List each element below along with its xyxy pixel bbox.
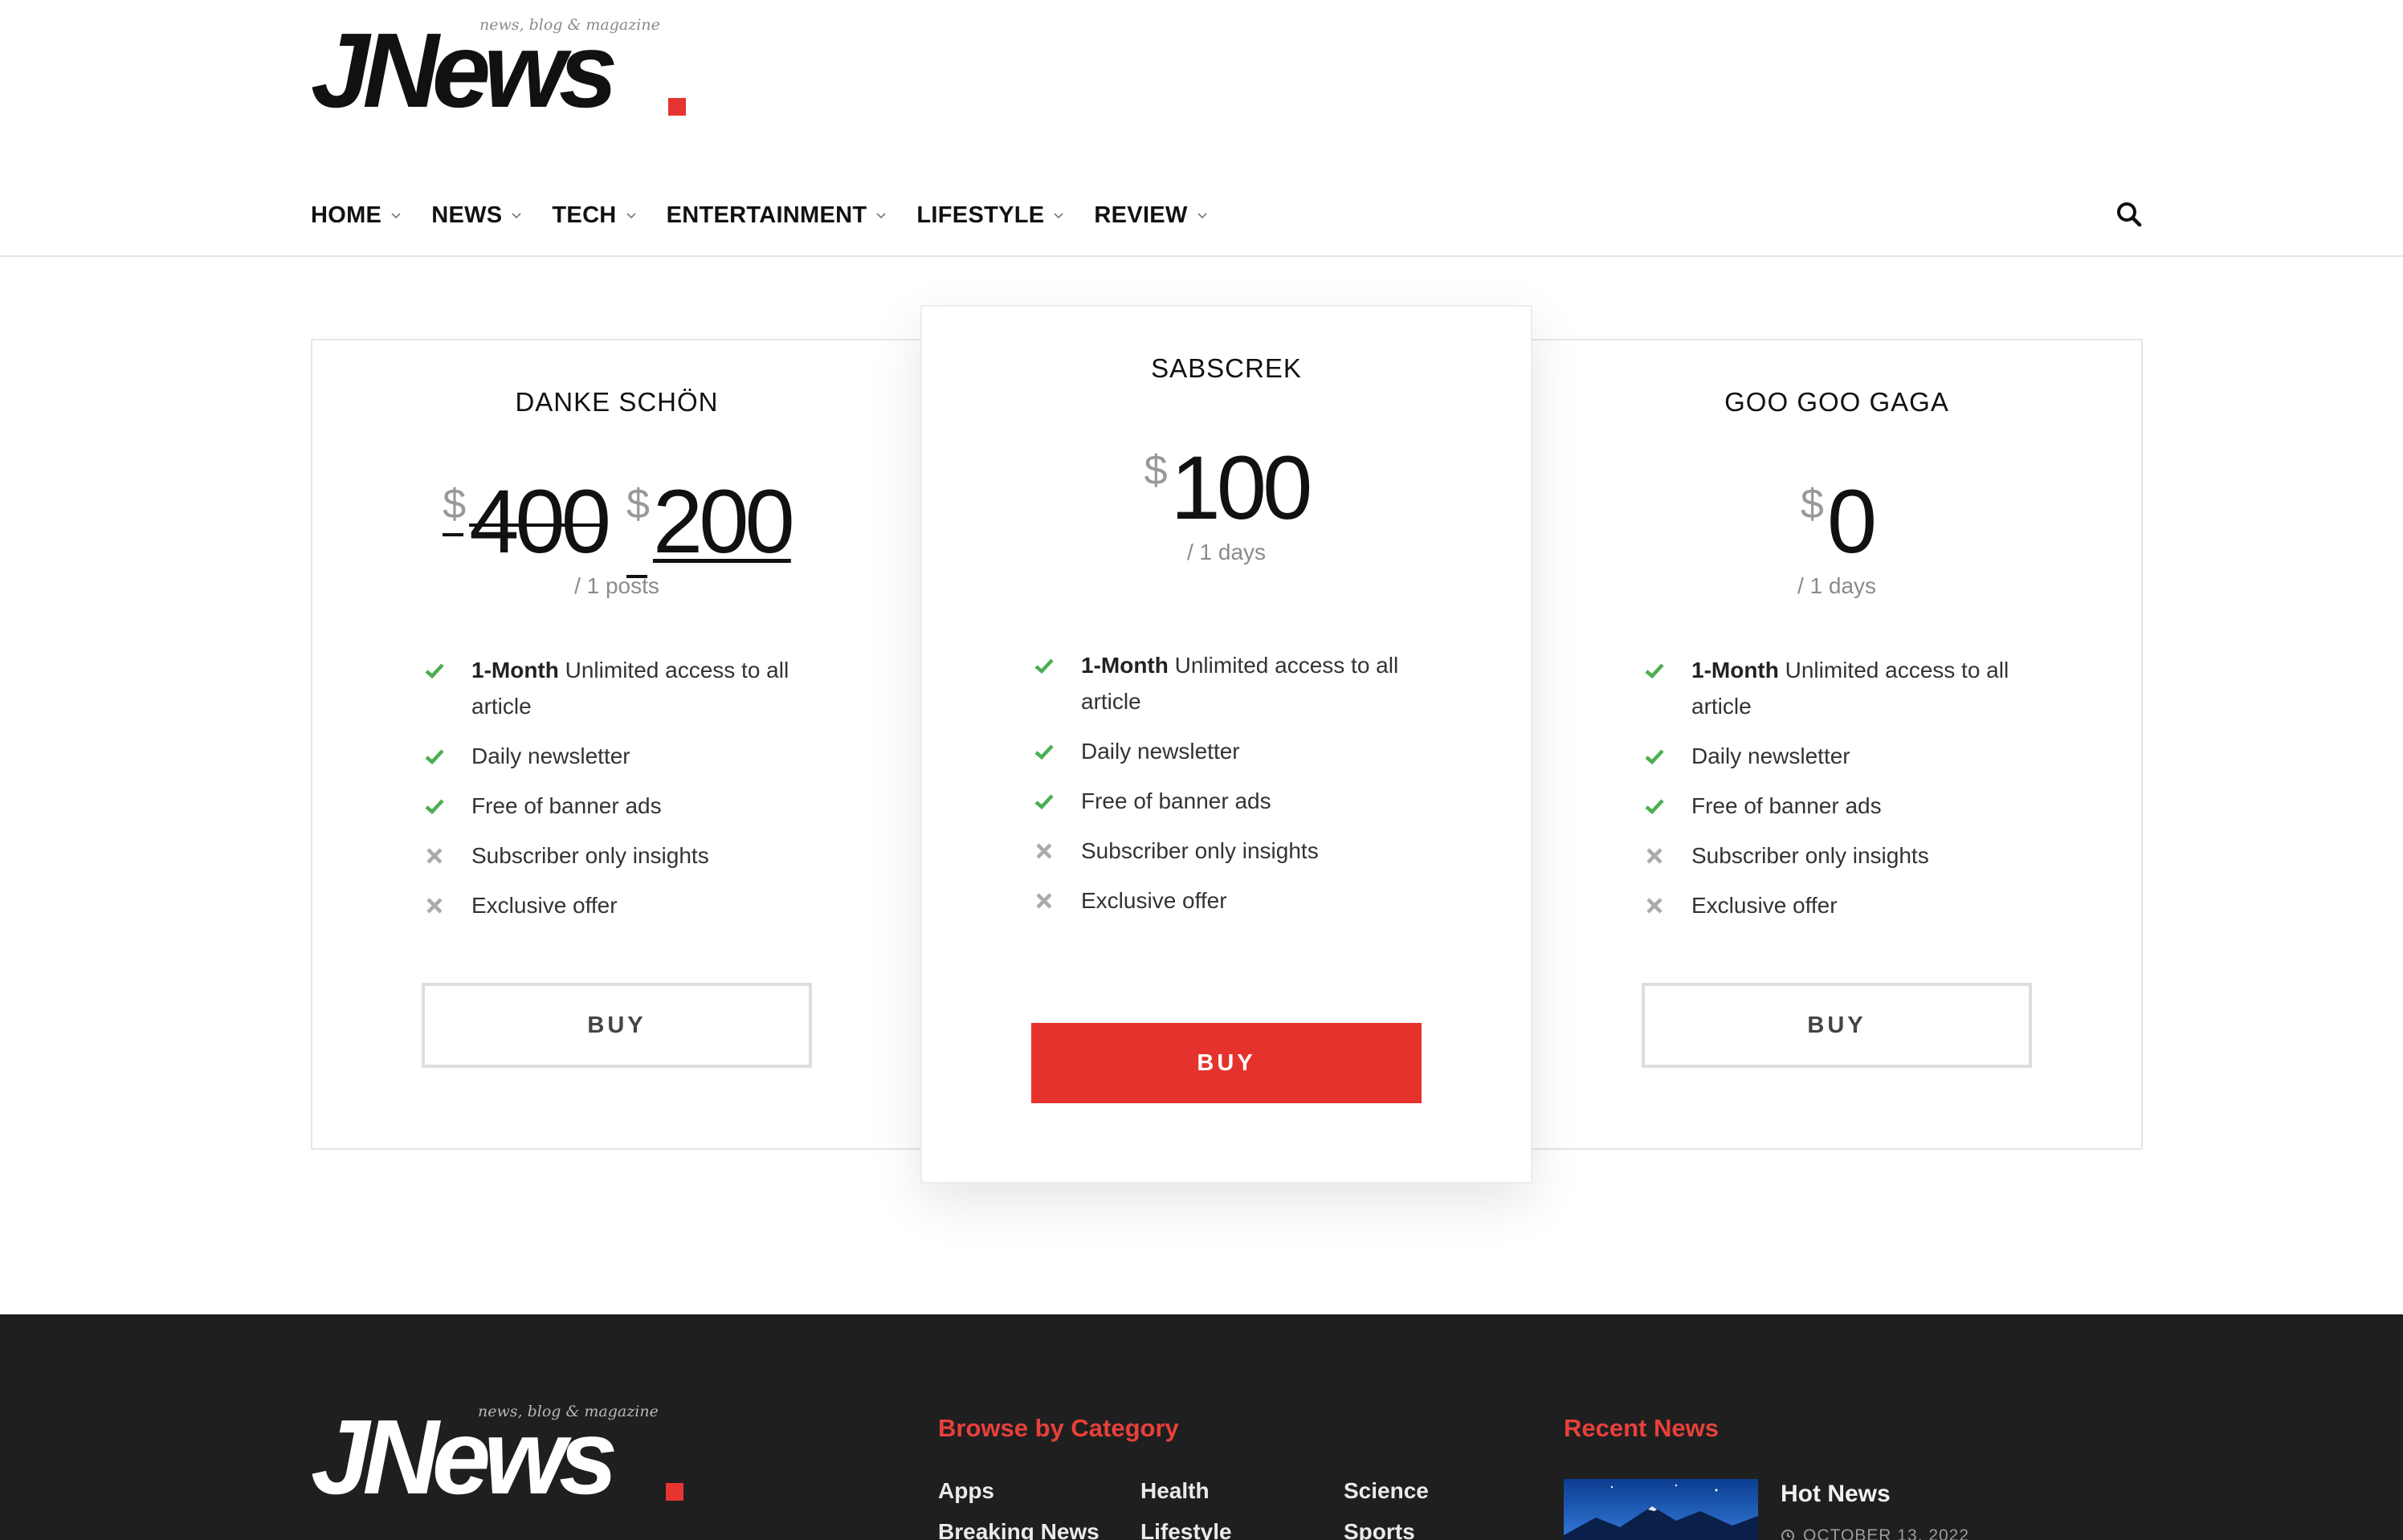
feature-text: Daily newsletter [1691,744,1850,768]
recent-news-date-row: OCTOBER 13, 2022 [1781,1526,1969,1540]
pricing-card-sabscrek: SABSCREK $ 100 / 1 days 1-Month Unlimite… [920,305,1532,1184]
check-icon [1645,663,1664,679]
plan-price-row: $ 100 [922,443,1531,533]
feature-emphasis: 1-Month [471,658,559,682]
x-icon [426,898,443,914]
x-icon [1036,893,1052,909]
old-price-amount: 400 [469,471,611,572]
recent-news-title[interactable]: Hot News [1781,1481,1891,1508]
buy-button[interactable]: BUY [422,983,812,1068]
category-link-science[interactable]: Science [1344,1478,1429,1504]
category-link-breaking-news[interactable]: Breaking News [938,1519,1100,1540]
check-icon [425,663,444,679]
plan-title: SABSCREK [1151,353,1302,383]
check-icon [1034,794,1054,810]
x-icon [1646,898,1663,914]
category-link-apps[interactable]: Apps [938,1478,994,1504]
plan-feature-list: 1-Month Unlimited access to all article … [1034,647,1452,932]
recent-news-date: OCTOBER 13, 2022 [1803,1526,1970,1540]
price-amount: 200 [652,471,795,572]
feature-item: Daily newsletter [1645,738,2062,774]
currency-symbol: $ [1144,447,1168,494]
check-icon [1645,749,1664,765]
feature-item: 1-Month Unlimited access to all article [1645,652,2062,724]
check-icon [1034,744,1054,760]
feature-text: Exclusive offer [471,893,618,918]
feature-item: Exclusive offer [425,887,842,923]
plan-feature-list: 1-Month Unlimited access to all article … [1645,652,2062,937]
plan-price: $ 100 [1144,438,1313,538]
feature-item: Subscriber only insights [1645,837,2062,874]
plan-period: / 1 days [1797,573,1877,598]
x-icon [1646,848,1663,864]
buy-button[interactable]: BUY [1642,983,2032,1068]
pricing-card-danke-schon: DANKE SCHÖN $ 400 $ 200 / 1 posts 1-Mont… [311,339,923,1150]
category-link-health[interactable]: Health [1140,1478,1210,1504]
feature-item: 1-Month Unlimited access to all article [1034,647,1452,719]
feature-item: Daily newsletter [425,738,842,774]
feature-text: Daily newsletter [471,744,630,768]
recent-news-thumbnail[interactable] [1564,1479,1758,1540]
check-icon [1645,799,1664,815]
buy-button[interactable]: BUY [1031,1023,1422,1103]
feature-text: Daily newsletter [1081,739,1240,764]
feature-text: Free of banner ads [1081,788,1271,813]
plan-old-price: $ 400 [443,471,611,572]
feature-item: Free of banner ads [425,788,842,824]
currency-symbol: $ [443,481,467,528]
check-icon [425,749,444,765]
plan-title: DANKE SCHÖN [515,387,719,417]
plan-price-row: $ 400 $ 200 [312,471,921,578]
check-icon [1034,658,1054,674]
plan-price-row: $ 0 [1532,477,2141,567]
feature-text: Exclusive offer [1691,893,1838,918]
feature-item: Exclusive offer [1034,882,1452,919]
browse-by-category-heading: Browse by Category [938,1414,1179,1442]
feature-emphasis: 1-Month [1081,653,1169,678]
feature-item: Free of banner ads [1645,788,2062,824]
plan-feature-list: 1-Month Unlimited access to all article … [425,652,842,937]
feature-item: Subscriber only insights [425,837,842,874]
x-icon [1036,843,1052,859]
price-amount: 0 [1826,471,1877,572]
category-link-lifestyle[interactable]: Lifestyle [1140,1519,1232,1540]
price-amount: 100 [1170,438,1313,538]
logo-wordmark: JNews [311,1398,618,1516]
feature-text: Subscriber only insights [1691,843,1929,868]
feature-item: Exclusive offer [1645,887,2062,923]
pricing-section: DANKE SCHÖN $ 400 $ 200 / 1 posts 1-Mont… [0,0,2403,1314]
plan-price: $ 200 [626,471,795,578]
logo-dot [666,1483,683,1501]
thumbnail-image [1564,1479,1758,1540]
footer-logo[interactable]: news, blog & magazine JNews [311,1401,696,1514]
feature-item: Daily newsletter [1034,733,1452,769]
plan-price: $ 0 [1800,471,1877,572]
x-icon [426,848,443,864]
category-link-sports[interactable]: Sports [1344,1519,1415,1540]
check-icon [425,799,444,815]
plan-title: GOO GOO GAGA [1724,387,1949,417]
feature-text: Exclusive offer [1081,888,1227,913]
feature-item: Free of banner ads [1034,783,1452,819]
recent-news-heading: Recent News [1564,1414,1719,1442]
currency-symbol: $ [626,481,650,528]
clock-icon [1781,1530,1794,1540]
plan-period: / 1 posts [574,573,659,598]
feature-text: Free of banner ads [1691,793,1882,818]
feature-text: Free of banner ads [471,793,662,818]
pricing-card-goo-goo-gaga: GOO GOO GAGA $ 0 / 1 days 1-Month Unlimi… [1531,339,2143,1150]
feature-text: Subscriber only insights [471,843,709,868]
feature-item: Subscriber only insights [1034,833,1452,869]
feature-emphasis: 1-Month [1691,658,1779,682]
currency-symbol: $ [1800,481,1824,528]
plan-period: / 1 days [1186,540,1267,564]
feature-item: 1-Month Unlimited access to all article [425,652,842,724]
site-footer: news, blog & magazine JNews Browse by Ca… [0,1314,2403,1540]
feature-text: Subscriber only insights [1081,838,1319,863]
